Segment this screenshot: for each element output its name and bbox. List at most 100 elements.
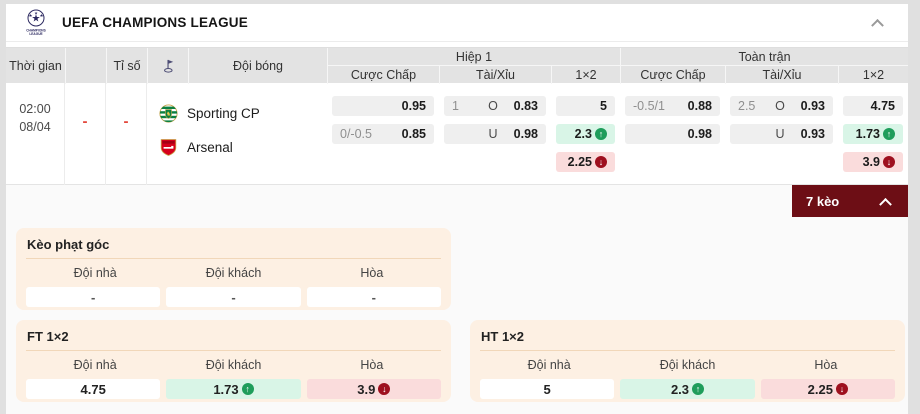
- collapse-league-button[interactable]: [869, 14, 886, 31]
- odds-value: 4.75: [81, 382, 106, 397]
- match-row: 02:00 08/04 - -: [6, 83, 908, 185]
- ou-line: 2.5: [738, 99, 771, 113]
- odds-value: 2.3: [575, 127, 592, 141]
- over-label: O: [484, 99, 502, 113]
- handicap-line: 0/-0.5: [340, 127, 390, 141]
- col-header-time: Thời gian: [6, 48, 65, 84]
- away-team-name: Arsenal: [187, 140, 233, 155]
- panel-column-labels: Đội nhà Đội khách Hòa: [26, 266, 441, 280]
- draw-label: Hòa: [303, 358, 441, 372]
- corner-draw-odd[interactable]: -: [307, 287, 441, 307]
- ft-1x2-panel: FT 1×2 Đội nhà Đội khách Hòa 4.75 1.73 ↑…: [16, 320, 451, 402]
- h1-1x2-away-odd[interactable]: 2.3 ↑: [556, 124, 615, 144]
- ft-handicap-column: -0.5/1 0.88 0.98: [620, 83, 725, 185]
- odds-value: 0.98: [502, 127, 538, 141]
- h1-handicap-odd-1[interactable]: 0.95: [332, 96, 434, 116]
- ft-over-odd[interactable]: 2.5 O 0.93: [730, 96, 833, 116]
- ft-home-odd[interactable]: 4.75: [26, 379, 160, 399]
- h1-1x2-draw-odd[interactable]: 2.25 ↓: [556, 152, 615, 172]
- svg-text:LEAGUE: LEAGUE: [29, 32, 42, 36]
- uefa-champions-league-logo: ★ ★ ★ ★ CHAMPIONS LEAGUE: [24, 9, 48, 37]
- away-label: Đội khách: [618, 358, 756, 372]
- ft-1x2-column: 4.75 1.73 ↑ 3.9 ↓: [838, 83, 908, 185]
- subheader-ft-1x2: 1×2: [838, 66, 908, 84]
- odds-value: 2.25: [568, 155, 592, 169]
- odds-value: 1.73: [856, 127, 880, 141]
- odds-value: 1.73: [213, 382, 238, 397]
- odds-value: 2.25: [808, 382, 833, 397]
- divider: [26, 350, 441, 351]
- odds-value: 0.93: [789, 99, 825, 113]
- handicap-line: -0.5/1: [633, 99, 676, 113]
- match-time: 02:00: [19, 102, 50, 116]
- col-header-team: Đội bóng: [188, 48, 327, 84]
- ft-1x2-home-odd[interactable]: 4.75: [843, 96, 903, 116]
- divider: [26, 258, 441, 259]
- ht-away-odd[interactable]: 2.3 ↑: [620, 379, 754, 399]
- h1-handicap-odd-2[interactable]: 0/-0.5 0.85: [332, 124, 434, 144]
- more-odds-count: 7 kèo: [806, 194, 839, 209]
- match-odds-table: Thời gian Tỉ số Đội bóng Hiệp 1 Toàn trậ…: [6, 42, 908, 185]
- panel-title: FT 1×2: [26, 329, 441, 344]
- panel-values: - - -: [26, 287, 441, 307]
- ft-under-odd[interactable]: U 0.93: [730, 124, 833, 144]
- odds-value: 3.9: [863, 155, 880, 169]
- trend-up-icon: ↑: [692, 383, 704, 395]
- draw-label: Hòa: [303, 266, 441, 280]
- odds-value: 2.3: [671, 382, 689, 397]
- odds-value: 0.95: [390, 99, 426, 113]
- ft-1x2-draw-odd[interactable]: 3.9 ↓: [843, 152, 903, 172]
- ft-away-odd[interactable]: 1.73 ↑: [166, 379, 300, 399]
- under-label: U: [771, 127, 789, 141]
- ft-1x2-away-odd[interactable]: 1.73 ↑: [843, 124, 903, 144]
- trend-up-icon: ↑: [242, 383, 254, 395]
- group-header-half1: Hiệp 1: [327, 48, 620, 66]
- ft-overunder-column: 2.5 O 0.93 U 0.93: [725, 83, 838, 185]
- content: ★ ★ ★ ★ CHAMPIONS LEAGUE UEFA CHAMPIONS …: [6, 4, 908, 414]
- panel-title: HT 1×2: [480, 329, 895, 344]
- odds-value: 5: [600, 99, 607, 113]
- panel-column-labels: Đội nhà Đội khách Hòa: [26, 358, 441, 372]
- trend-up-icon: ↑: [595, 128, 607, 140]
- ft-draw-odd[interactable]: 3.9 ↓: [307, 379, 441, 399]
- more-odds-bar[interactable]: 7 kèo: [792, 185, 908, 217]
- home-label: Đội nhà: [26, 266, 164, 280]
- under-label: U: [484, 127, 502, 141]
- chevron-up-icon: [879, 197, 892, 210]
- league-header: ★ ★ ★ ★ CHAMPIONS LEAGUE UEFA CHAMPIONS …: [6, 4, 908, 42]
- odds-value: 0.88: [676, 99, 712, 113]
- ht-home-odd[interactable]: 5: [480, 379, 614, 399]
- subheader-ft-overunder: Tài/Xỉu: [725, 66, 838, 84]
- odds-value: -: [372, 290, 376, 305]
- match-time-cell: 02:00 08/04: [6, 83, 65, 185]
- h1-1x2-column: 5 2.3 ↑ 2.25 ↓: [551, 83, 620, 185]
- ft-handicap-odd-1[interactable]: -0.5/1 0.88: [625, 96, 720, 116]
- score-home: -: [83, 113, 88, 130]
- home-team-name: Sporting CP: [187, 106, 260, 121]
- chevron-up-icon: [871, 19, 884, 32]
- trend-down-icon: ↓: [595, 156, 607, 168]
- ht-draw-odd[interactable]: 2.25 ↓: [761, 379, 895, 399]
- odds-value: 4.75: [871, 99, 895, 113]
- svg-text:♞: ♞: [166, 111, 171, 117]
- h1-over-odd[interactable]: 1 O 0.83: [444, 96, 546, 116]
- h1-overunder-column: 1 O 0.83 U 0.98: [439, 83, 551, 185]
- panel-title: Kèo phạt góc: [26, 237, 441, 252]
- score-away: -: [124, 113, 129, 130]
- ht-1x2-panel: HT 1×2 Đội nhà Đội khách Hòa 5 2.3 ↑ 2.2…: [470, 320, 905, 402]
- score-home-cell: -: [65, 83, 106, 185]
- h1-handicap-column: 0.95 0/-0.5 0.85: [327, 83, 439, 185]
- h1-1x2-home-odd[interactable]: 5: [556, 96, 615, 116]
- panel-values: 5 2.3 ↑ 2.25 ↓: [480, 379, 895, 399]
- trend-down-icon: ↓: [836, 383, 848, 395]
- corner-away-odd[interactable]: -: [166, 287, 300, 307]
- h1-under-odd[interactable]: U 0.98: [444, 124, 546, 144]
- trend-down-icon: ↓: [378, 383, 390, 395]
- score-away-cell: -: [106, 83, 147, 185]
- away-team-row[interactable]: Arsenal: [159, 137, 327, 157]
- home-team-row[interactable]: ♞ Sporting CP: [159, 103, 327, 123]
- ft-handicap-odd-2[interactable]: 0.98: [625, 124, 720, 144]
- odds-value: 5: [544, 382, 551, 397]
- odds-value: 0.98: [676, 127, 712, 141]
- corner-home-odd[interactable]: -: [26, 287, 160, 307]
